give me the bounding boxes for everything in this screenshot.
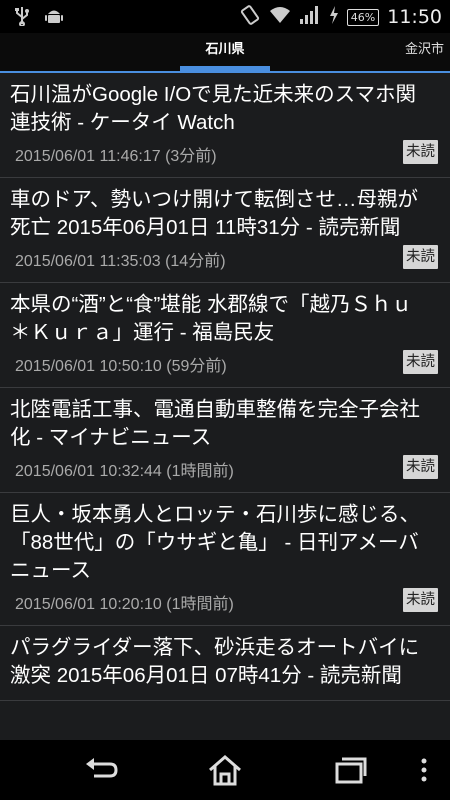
clock: 11:50 [387,6,442,28]
news-date: 2015/06/01 11:46:17 (3分前) [15,148,217,165]
unread-badge: 未読 [403,455,438,479]
list-item[interactable]: 石川温がGoogle I/Oで見た近未来のスマホ関連技術 - ケータイ Watc… [0,73,450,178]
unread-badge: 未読 [403,140,438,164]
back-icon[interactable] [80,754,120,786]
list-item[interactable]: 本県の“酒”と“食”堪能 水郡線で「越乃Ｓｈｕ＊Ｋｕｒａ」運行 - 福島民友 2… [0,283,450,388]
android-icon [44,6,64,30]
home-icon[interactable] [205,754,245,786]
battery-level: 46% [346,8,380,26]
unread-badge: 未読 [403,245,438,269]
usb-icon [14,6,30,30]
list-item[interactable]: 巨人・坂本勇人とロッテ・石川歩に感じる、「88世代」の「ウサギと亀」 - 日刊ア… [0,493,450,626]
status-bar: 46% 11:50 [0,0,450,33]
news-date: 2015/06/01 10:32:44 (1時間前) [15,463,234,480]
news-title: パラグライダー落下、砂浜走るオートバイに激突 2015年06月01日 07時41… [10,636,420,687]
tab-ishikawa-label: 石川県 [205,42,245,57]
navigation-bar [0,740,450,800]
wifi-icon [269,5,291,29]
news-date: 2015/06/01 11:35:03 (14分前) [15,253,226,270]
tab-ishikawa[interactable]: 石川県 [180,33,270,71]
signal-icon [299,5,321,29]
news-title: 車のドア、勢いつけ開けて転倒させ…母親が死亡 2015年06月01日 11時31… [10,188,418,239]
news-title: 北陸電話工事、電通自動車整備を完全子会社化 - マイナビニュース [10,398,420,449]
tab-indicator [180,66,270,71]
unread-badge: 未読 [403,588,438,612]
list-item[interactable]: 北陸電話工事、電通自動車整備を完全子会社化 - マイナビニュース 2015/06… [0,388,450,493]
charging-icon [329,5,339,29]
news-list[interactable]: 石川温がGoogle I/Oで見た近未来のスマホ関連技術 - ケータイ Watc… [0,73,450,740]
list-item[interactable]: 車のドア、勢いつけ開けて転倒させ…母親が死亡 2015年06月01日 11時31… [0,178,450,283]
tab-strip: 石川県 金沢市 [0,33,450,73]
news-title: 石川温がGoogle I/Oで見た近未来のスマホ関連技術 - ケータイ Watc… [10,83,417,134]
news-title: 本県の“酒”と“食”堪能 水郡線で「越乃Ｓｈｕ＊Ｋｕｒａ」運行 - 福島民友 [10,293,413,344]
news-date: 2015/06/01 10:50:10 (59分前) [15,358,227,375]
vibrate-icon [239,4,261,30]
unread-badge: 未読 [403,350,438,374]
news-date: 2015/06/01 10:20:10 (1時間前) [15,596,234,613]
list-item[interactable]: パラグライダー落下、砂浜走るオートバイに激突 2015年06月01日 07時41… [0,626,450,701]
overflow-menu-icon[interactable] [416,754,432,786]
news-title: 巨人・坂本勇人とロッテ・石川歩に感じる、「88世代」の「ウサギと亀」 - 日刊ア… [10,503,420,582]
recent-apps-icon[interactable] [330,754,370,786]
tab-kanazawa[interactable]: 金沢市 [405,33,444,71]
